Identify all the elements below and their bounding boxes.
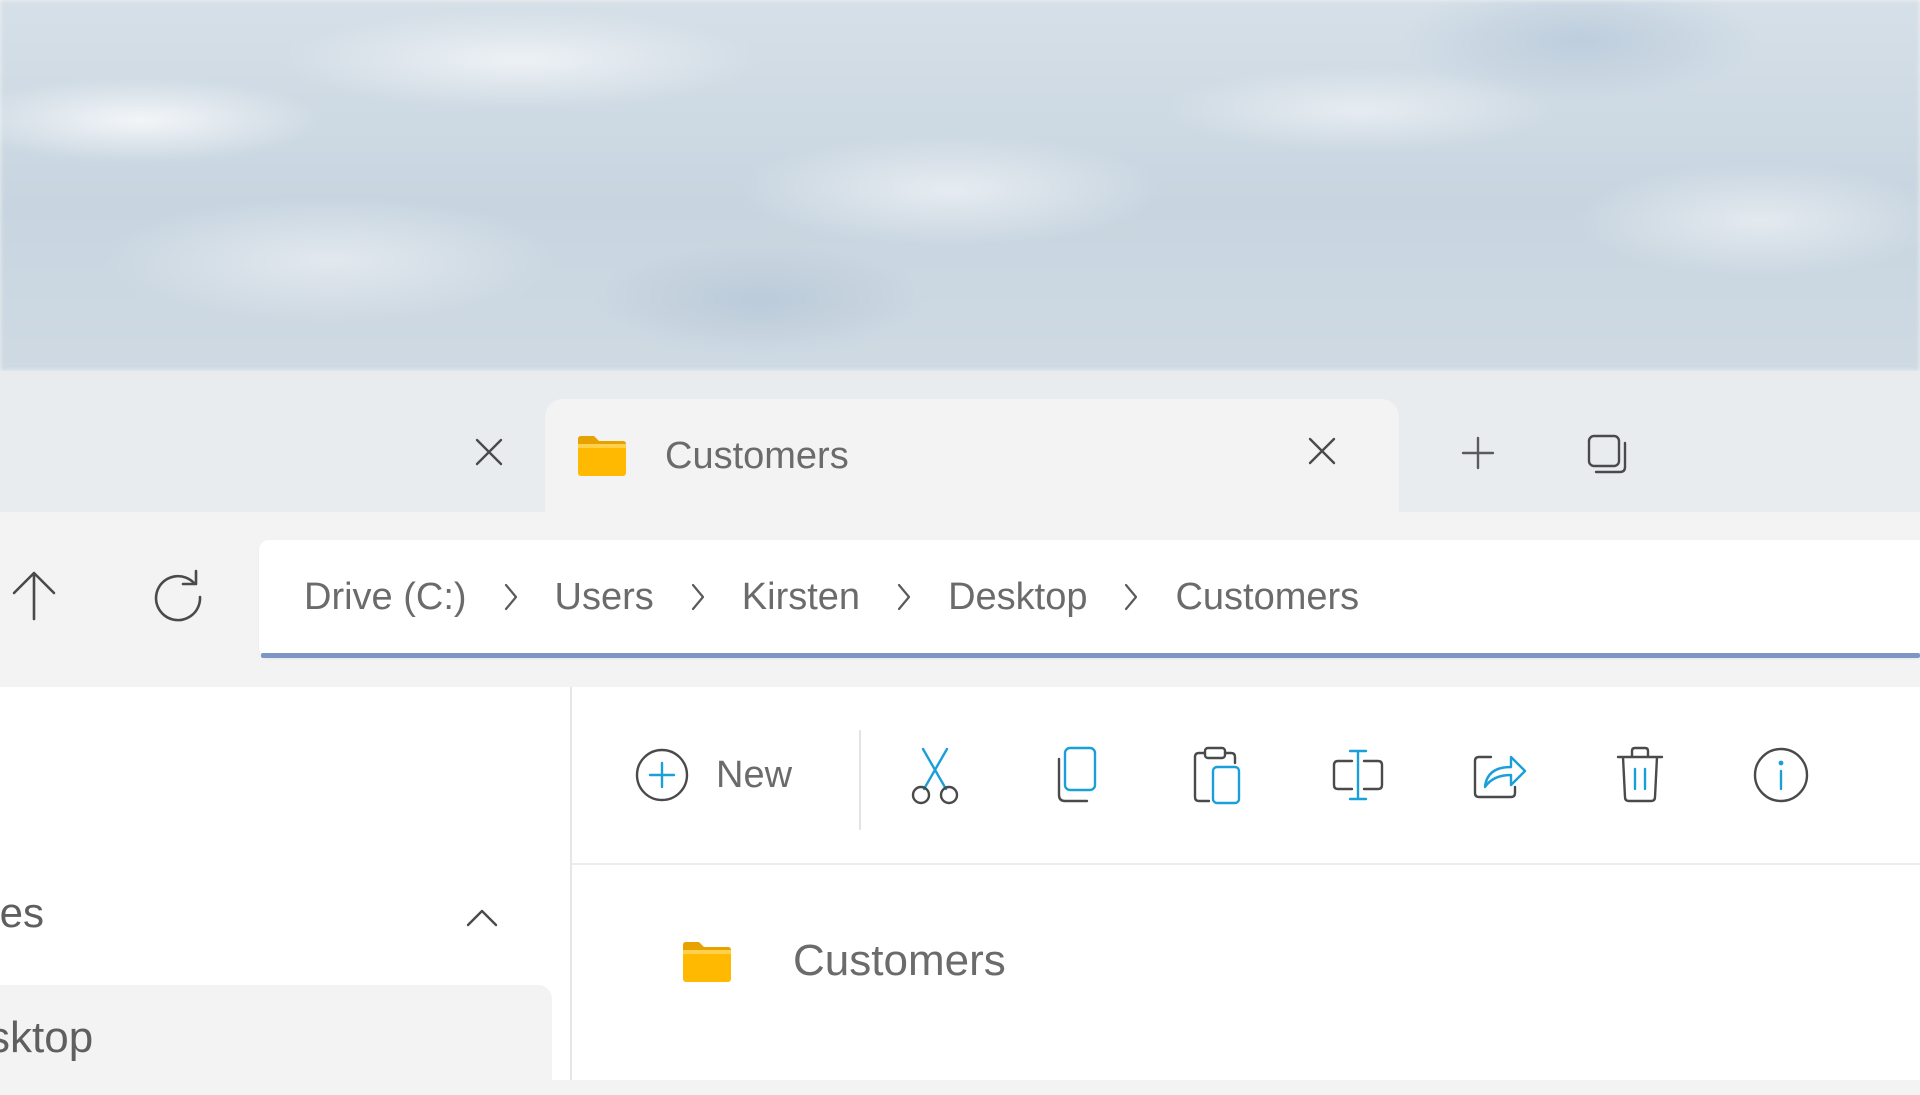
copy-button[interactable] bbox=[1042, 741, 1110, 809]
refresh-button[interactable] bbox=[150, 567, 206, 623]
rename-icon bbox=[1332, 749, 1384, 801]
sidebar-section-label: tes bbox=[0, 889, 45, 936]
command-bar: New bbox=[572, 687, 1920, 865]
close-icon bbox=[1308, 437, 1336, 465]
sidebar-item-label: sktop bbox=[0, 1013, 94, 1062]
info-icon bbox=[1753, 747, 1809, 803]
duplicate-icon bbox=[1587, 434, 1627, 474]
address-bar[interactable]: Drive (C:) Users Kirsten Desktop Custome… bbox=[259, 540, 1920, 658]
address-bar-focus-underline bbox=[261, 653, 1920, 658]
share-button[interactable] bbox=[1465, 741, 1533, 809]
sidebar: tes sktop bbox=[0, 687, 572, 1095]
chevron-right-icon[interactable] bbox=[654, 582, 742, 612]
tab-close-button[interactable] bbox=[1302, 431, 1342, 471]
new-button-label: New bbox=[716, 753, 793, 796]
new-button[interactable]: New bbox=[634, 743, 792, 807]
sidebar-collapse-button[interactable] bbox=[462, 898, 502, 938]
tab-strip: Customers bbox=[0, 371, 1920, 512]
paste-icon bbox=[1193, 746, 1241, 805]
breadcrumb-users[interactable]: Users bbox=[555, 571, 654, 623]
new-tab-button[interactable] bbox=[1456, 431, 1500, 475]
duplicate-tab-button[interactable] bbox=[1584, 431, 1630, 477]
tab-title: Customers bbox=[665, 435, 849, 477]
refresh-icon bbox=[154, 569, 202, 622]
up-button[interactable] bbox=[6, 567, 62, 623]
close-icon bbox=[475, 438, 503, 466]
folder-icon bbox=[683, 942, 731, 982]
navigation-bar: Drive (C:) Users Kirsten Desktop Custome… bbox=[0, 512, 1920, 687]
desktop-wallpaper bbox=[0, 0, 1920, 371]
chevron-right-icon[interactable] bbox=[1087, 582, 1175, 612]
plus-icon bbox=[1461, 436, 1495, 470]
copy-icon bbox=[1057, 746, 1097, 803]
file-pane: New Customers bbox=[572, 687, 1920, 1080]
paste-button[interactable] bbox=[1183, 741, 1251, 809]
main-area: tes sktop New bbox=[0, 687, 1920, 1095]
arrow-up-icon bbox=[12, 571, 56, 621]
command-divider bbox=[859, 730, 861, 830]
tab-customers[interactable]: Customers bbox=[545, 399, 1399, 512]
share-icon bbox=[1473, 755, 1527, 799]
properties-button[interactable] bbox=[1747, 741, 1815, 809]
file-name: Customers bbox=[793, 936, 1006, 985]
breadcrumb-drive[interactable]: Drive (C:) bbox=[304, 571, 467, 623]
breadcrumb-desktop[interactable]: Desktop bbox=[948, 571, 1087, 623]
previous-tab-close-button[interactable] bbox=[469, 432, 509, 472]
delete-icon bbox=[1616, 746, 1664, 803]
chevron-right-icon[interactable] bbox=[467, 582, 555, 612]
breadcrumb: Drive (C:) Users Kirsten Desktop Custome… bbox=[304, 571, 1359, 623]
cut-icon bbox=[911, 747, 959, 805]
folder-icon bbox=[578, 436, 626, 476]
rename-button[interactable] bbox=[1324, 741, 1392, 809]
sidebar-item-desktop[interactable]: sktop bbox=[0, 985, 552, 1095]
delete-button[interactable] bbox=[1606, 741, 1674, 809]
breadcrumb-kirsten[interactable]: Kirsten bbox=[742, 571, 860, 623]
chevron-right-icon[interactable] bbox=[860, 582, 948, 612]
add-circle-icon bbox=[635, 748, 689, 802]
breadcrumb-customers[interactable]: Customers bbox=[1175, 571, 1359, 623]
chevron-up-icon bbox=[466, 909, 498, 927]
cut-button[interactable] bbox=[901, 741, 969, 809]
file-item[interactable]: Customers bbox=[572, 921, 1920, 1003]
